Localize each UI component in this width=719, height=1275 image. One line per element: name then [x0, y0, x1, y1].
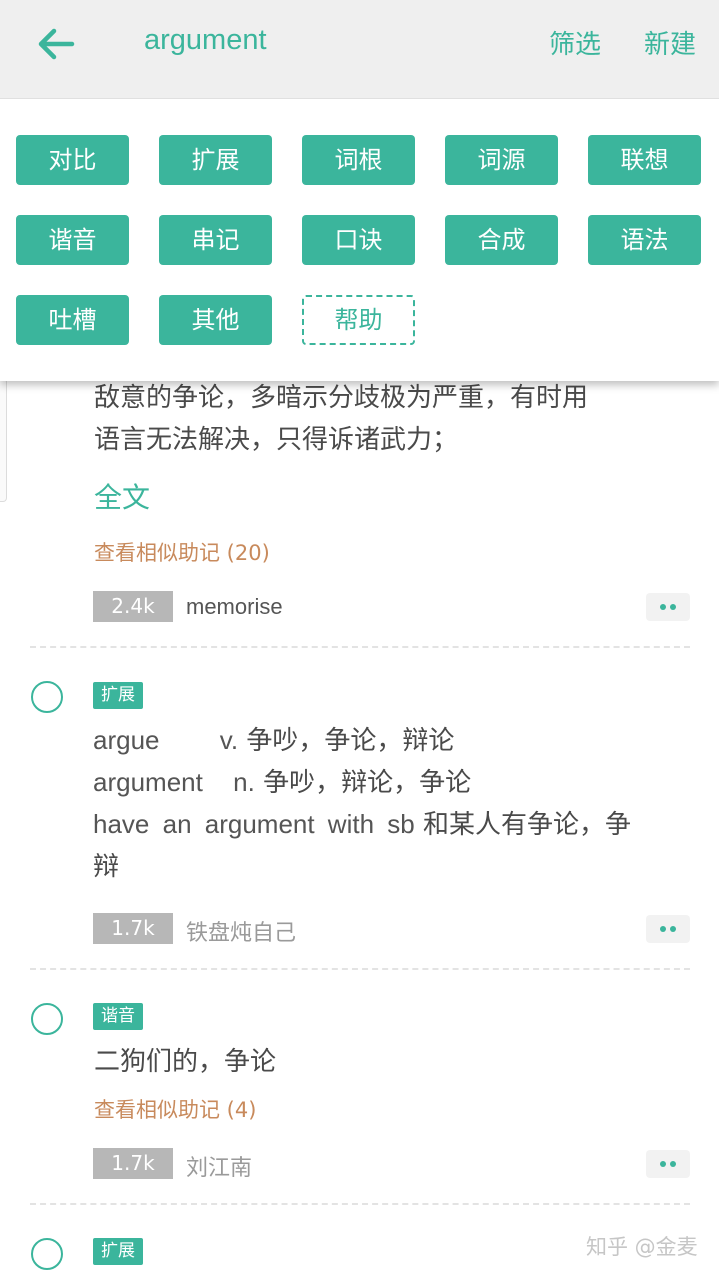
select-radio[interactable]	[31, 681, 63, 713]
entry-tag-badge: 谐音	[93, 1003, 143, 1030]
full-text-link[interactable]: 全文	[94, 476, 150, 516]
entry-text-line: argument n. 争吵，辩论，争论	[93, 762, 471, 799]
entry-text-line: argue v. 争吵，争论，辩论	[93, 720, 454, 757]
author-name[interactable]: memorise	[186, 594, 283, 620]
select-radio[interactable]	[31, 1238, 63, 1270]
select-radio[interactable]	[31, 1003, 63, 1035]
meaning: 和某人有争论，争	[423, 810, 632, 840]
tag-association[interactable]: 联想	[588, 135, 701, 185]
scroll-edge	[0, 378, 7, 502]
tag-grammar[interactable]: 语法	[588, 215, 701, 265]
page-title: argument	[144, 24, 267, 56]
author-name[interactable]: 刘江南	[186, 1150, 252, 1182]
more-options-icon[interactable]	[646, 915, 690, 943]
word: argue	[93, 725, 160, 755]
author-name[interactable]: 铁盘炖自己	[186, 915, 296, 947]
entry-text-line: have an argument with sb 和某人有争论，争	[93, 804, 631, 841]
new-button[interactable]: 新建	[644, 24, 696, 61]
similar-mnemonics-link[interactable]: 查看相似助记 (4)	[94, 1094, 256, 1124]
part-of-speech: v.	[219, 725, 239, 755]
tag-filter-popup: 对比 扩展 词根 词源 联想 谐音 串记 口诀 合成 语法 吐槽 其他 帮助	[0, 99, 719, 381]
filter-button[interactable]: 筛选	[549, 24, 601, 61]
divider	[30, 968, 690, 970]
entry-text-line: 敌意的争论，多暗示分歧极为严重，有时用	[94, 383, 589, 413]
help-button[interactable]: 帮助	[302, 295, 415, 345]
word: argument	[93, 767, 203, 797]
tag-etymology[interactable]: 词源	[445, 135, 558, 185]
entry-text-line: 辩	[93, 852, 120, 882]
tag-root[interactable]: 词根	[302, 135, 415, 185]
view-count: 2.4k	[93, 591, 173, 622]
similar-mnemonics-link[interactable]: 查看相似助记 (20)	[94, 537, 270, 567]
tag-other[interactable]: 其他	[159, 295, 272, 345]
tag-compound[interactable]: 合成	[445, 215, 558, 265]
tag-string-memory[interactable]: 串记	[159, 215, 272, 265]
more-options-icon[interactable]	[646, 593, 690, 621]
tag-homophone[interactable]: 谐音	[16, 215, 129, 265]
watermark: 知乎 @金麦	[586, 1235, 698, 1259]
tag-rant[interactable]: 吐槽	[16, 295, 129, 345]
meaning: 争吵，辩论，争论	[263, 768, 472, 798]
view-count: 1.7k	[93, 1148, 173, 1179]
view-count: 1.7k	[93, 913, 173, 944]
entry-tag-badge: 扩展	[93, 682, 143, 709]
part-of-speech: n.	[233, 767, 255, 797]
arrow-left-icon[interactable]	[34, 22, 78, 66]
divider	[30, 1203, 690, 1205]
divider	[30, 646, 690, 648]
tag-extend[interactable]: 扩展	[159, 135, 272, 185]
phrase: have an argument with sb	[93, 809, 415, 839]
entry-tag-badge: 扩展	[93, 1238, 143, 1265]
meaning: 争吵，争论，辩论	[246, 726, 455, 756]
more-options-icon[interactable]	[646, 1150, 690, 1178]
tag-mnemonic-rhyme[interactable]: 口诀	[302, 215, 415, 265]
entry-text-line: 二狗们的，争论	[94, 1047, 277, 1077]
top-app-bar: argument 筛选 新建	[0, 0, 719, 99]
entry-text-line: 语言无法解决，只得诉诸武力；	[94, 425, 459, 455]
tag-compare[interactable]: 对比	[16, 135, 129, 185]
